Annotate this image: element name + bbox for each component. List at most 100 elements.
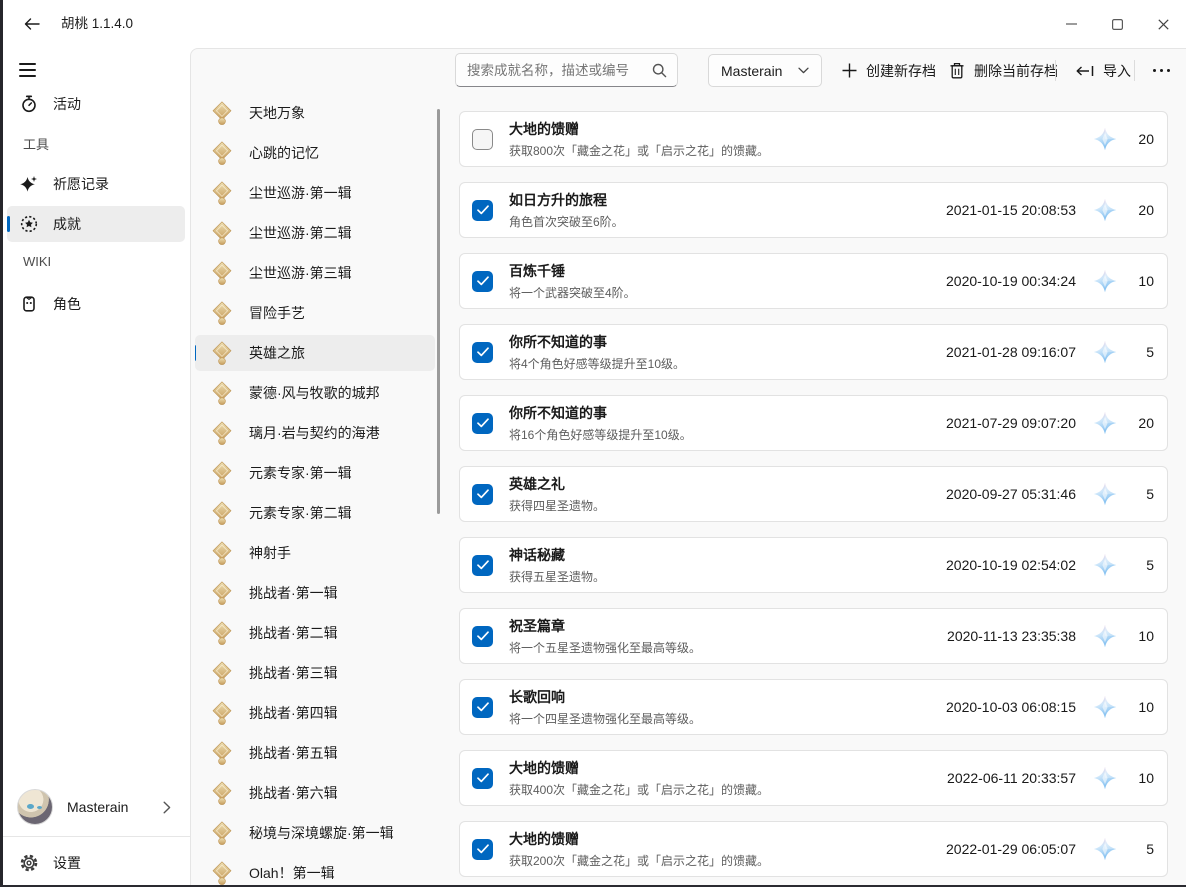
achievement-title: 神话秘藏 xyxy=(509,545,946,565)
category-badge-icon xyxy=(209,301,234,326)
achievement-title: 大地的馈赠 xyxy=(509,119,1076,139)
category-item[interactable]: 元素专家·第一辑 xyxy=(195,455,435,491)
achievement-checkbox[interactable] xyxy=(472,271,493,292)
category-label: 神射手 xyxy=(249,543,291,563)
sidebar-divider xyxy=(3,836,190,837)
category-item[interactable]: Olah！第一辑 xyxy=(195,855,435,885)
sidebar-item-achievements[interactable]: 成就 xyxy=(7,206,185,242)
category-item[interactable]: 心跳的记忆 xyxy=(195,135,435,171)
category-label: Olah！第一辑 xyxy=(249,863,335,883)
sidebar: 活动 工具 祈愿记录 成就 WIKI 角色 Masterain xyxy=(3,48,190,885)
user-profile-button[interactable]: Masterain xyxy=(7,784,185,830)
check-icon xyxy=(477,276,489,286)
achievement-checkbox[interactable] xyxy=(472,768,493,789)
achievement-checkbox[interactable] xyxy=(472,555,493,576)
achievement-checkbox[interactable] xyxy=(472,484,493,505)
sidebar-section-tools: 工具 xyxy=(23,134,49,153)
achievement-checkbox[interactable] xyxy=(472,413,493,434)
category-badge-icon xyxy=(209,101,234,126)
category-item[interactable]: 尘世巡游·第一辑 xyxy=(195,175,435,211)
category-item[interactable]: 元素专家·第二辑 xyxy=(195,495,435,531)
category-item[interactable]: 天地万象 xyxy=(195,95,435,131)
sidebar-item-settings[interactable]: 设置 xyxy=(7,845,185,881)
achievement-checkbox[interactable] xyxy=(472,626,493,647)
category-item[interactable]: 英雄之旅 xyxy=(195,335,435,371)
achievement-checkbox[interactable] xyxy=(472,839,493,860)
category-label: 秘境与深境螺旋·第一辑 xyxy=(249,823,394,843)
achievement-checkbox[interactable] xyxy=(472,342,493,363)
achievement-list: 大地的馈赠 获取800次「藏金之花」或「启示之花」的馈藏。 20 如日方升的旅程… xyxy=(459,111,1168,885)
more-options-button[interactable] xyxy=(1142,54,1180,87)
category-badge-icon xyxy=(209,341,234,366)
achievement-reward: 10 xyxy=(1130,273,1154,289)
category-item[interactable]: 尘世巡游·第三辑 xyxy=(195,255,435,291)
category-item[interactable]: 蒙德·风与牧歌的城邦 xyxy=(195,375,435,411)
sidebar-section-wiki: WIKI xyxy=(23,254,51,269)
minimize-icon xyxy=(1066,23,1077,25)
achievement-reward: 20 xyxy=(1130,131,1154,147)
settings-label: 设置 xyxy=(53,853,81,873)
category-item[interactable]: 挑战者·第五辑 xyxy=(195,735,435,771)
achievement-title: 你所不知道的事 xyxy=(509,332,946,352)
check-icon xyxy=(477,205,489,215)
category-item[interactable]: 冒险手艺 xyxy=(195,295,435,331)
sidebar-item-wish-log[interactable]: 祈愿记录 xyxy=(7,166,185,202)
category-badge-icon xyxy=(209,701,234,726)
category-item[interactable]: 挑战者·第二辑 xyxy=(195,615,435,651)
maximize-button[interactable] xyxy=(1094,0,1140,48)
back-button[interactable] xyxy=(15,9,49,39)
category-item[interactable]: 璃月·岩与契约的海港 xyxy=(195,415,435,451)
category-label: 蒙德·风与牧歌的城邦 xyxy=(249,383,380,403)
achievement-text: 如日方升的旅程 角色首次突破至6阶。 xyxy=(509,190,946,230)
sidebar-item-characters[interactable]: 角色 xyxy=(7,286,185,322)
achievement-checkbox[interactable] xyxy=(472,129,493,150)
achievement-row: 大地的馈赠 获取200次「藏金之花」或「启示之花」的馈藏。 2022-01-29… xyxy=(459,821,1168,877)
category-label: 挑战者·第二辑 xyxy=(249,623,338,643)
achievement-row: 你所不知道的事 将4个角色好感等级提升至10级。 2021-01-28 09:1… xyxy=(459,324,1168,380)
achievement-date: 2021-01-28 09:16:07 xyxy=(946,344,1076,360)
primogem-icon xyxy=(1093,695,1117,719)
search-input[interactable] xyxy=(456,63,652,78)
category-badge-icon xyxy=(209,821,234,846)
close-button[interactable] xyxy=(1140,0,1186,48)
search-icon[interactable] xyxy=(652,63,667,78)
archive-select[interactable]: Masterain xyxy=(708,54,822,87)
screen-edge-left xyxy=(0,0,3,887)
category-item[interactable]: 挑战者·第一辑 xyxy=(195,575,435,611)
category-item[interactable]: 秘境与深境螺旋·第一辑 xyxy=(195,815,435,851)
search-box xyxy=(455,53,678,87)
sidebar-item-label: 祈愿记录 xyxy=(53,174,109,194)
import-button[interactable]: 导入 xyxy=(1064,54,1142,87)
check-icon xyxy=(477,347,489,357)
category-label: 尘世巡游·第一辑 xyxy=(249,183,352,203)
achievement-text: 英雄之礼 获得四星圣遗物。 xyxy=(509,474,946,514)
category-item[interactable]: 挑战者·第三辑 xyxy=(195,655,435,691)
sidebar-item-activity[interactable]: 活动 xyxy=(7,86,185,122)
category-badge-icon xyxy=(209,501,234,526)
category-scrollbar[interactable] xyxy=(437,109,440,514)
primogem-icon xyxy=(1093,411,1117,435)
category-label: 天地万象 xyxy=(249,103,305,123)
achievement-reward: 20 xyxy=(1130,202,1154,218)
achievement-text: 大地的馈赠 获取200次「藏金之花」或「启示之花」的馈藏。 xyxy=(509,829,946,869)
minimize-button[interactable] xyxy=(1048,0,1094,48)
category-item[interactable]: 神射手 xyxy=(195,535,435,571)
category-item[interactable]: 挑战者·第四辑 xyxy=(195,695,435,731)
ellipsis-icon xyxy=(1153,69,1170,72)
create-archive-button[interactable]: 创建新存档 xyxy=(831,54,947,87)
toolbar-separator xyxy=(1055,60,1056,81)
category-badge-icon xyxy=(209,461,234,486)
category-label: 挑战者·第三辑 xyxy=(249,663,338,683)
character-icon xyxy=(20,295,38,313)
check-icon xyxy=(477,702,489,712)
category-item[interactable]: 挑战者·第六辑 xyxy=(195,775,435,811)
achievement-reward: 10 xyxy=(1130,699,1154,715)
category-item[interactable]: 尘世巡游·第二辑 xyxy=(195,215,435,251)
sidebar-item-label: 活动 xyxy=(53,94,81,114)
achievement-checkbox[interactable] xyxy=(472,697,493,718)
achievement-checkbox[interactable] xyxy=(472,200,493,221)
menu-toggle-button[interactable] xyxy=(9,54,47,86)
achievement-title: 你所不知道的事 xyxy=(509,403,946,423)
achievement-description: 获取200次「藏金之花」或「启示之花」的馈藏。 xyxy=(509,852,946,869)
delete-archive-button[interactable]: 删除当前存档 xyxy=(938,54,1069,87)
